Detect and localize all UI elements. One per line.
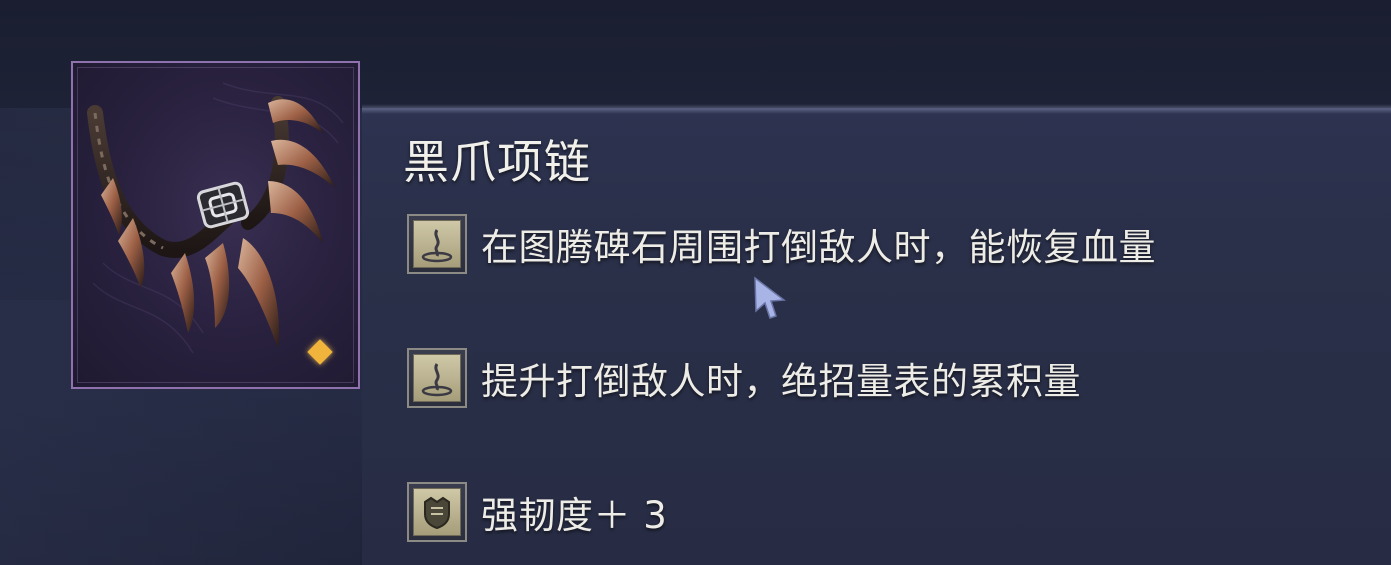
stat-text: 强韧度＋ 3 [481,494,668,537]
totem-effect-icon [407,214,467,274]
stat-row-ultimate-gauge[interactable]: 提升打倒敌人时，绝招量表的累积量 [407,346,1081,410]
armor-toughness-icon [407,482,467,542]
item-name: 黑爪项链 [403,135,591,189]
black-claw-necklace-icon [87,82,344,354]
panel-top-edge [362,104,1391,114]
totem-effect-icon [407,348,467,408]
stat-text: 在图腾碑石周围打倒敌人时，能恢复血量 [481,226,1156,269]
mouse-cursor-icon [754,276,787,319]
stat-row-toughness[interactable]: 强韧度＋ 3 [407,480,667,544]
stat-text: 提升打倒敌人时，绝招量表的累积量 [481,360,1081,403]
item-portrait-frame[interactable] [71,61,360,389]
stat-row-heal-near-totem[interactable]: 在图腾碑石周围打倒敌人时，能恢复血量 [407,212,1156,276]
